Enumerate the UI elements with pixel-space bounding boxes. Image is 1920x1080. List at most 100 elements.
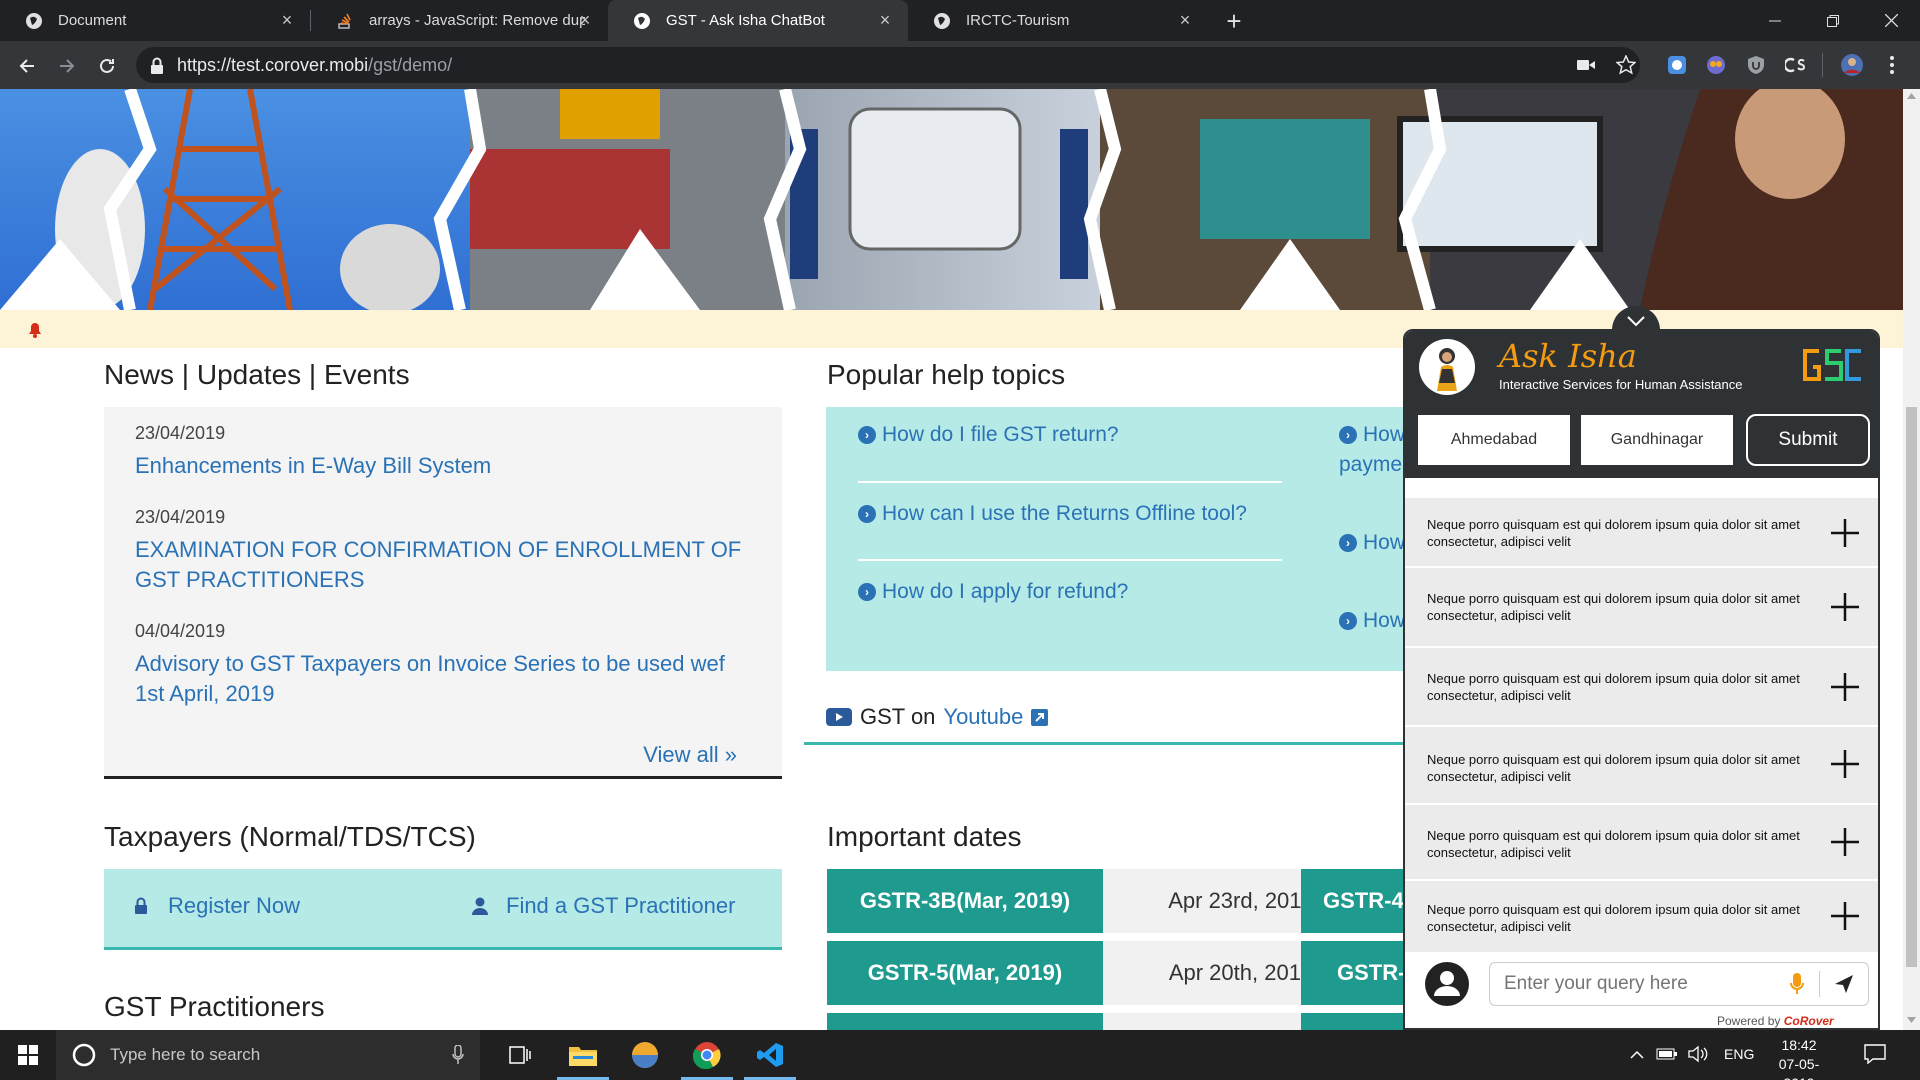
bell-icon [29,323,41,338]
help-link-text: payme [1339,453,1403,476]
lock-icon[interactable] [150,57,164,75]
faq-item[interactable]: Neque porro quisquam est qui dolorem ips… [1405,648,1878,727]
url-host: https://test.corover.mobi [177,55,369,75]
news-link[interactable]: Enhancements in E-Way Bill System [135,451,755,481]
faq-item[interactable]: Neque porro quisquam est qui dolorem ips… [1405,727,1878,805]
help-heading: Popular help topics [827,359,1066,390]
faq-item[interactable]: Neque porro quisquam est qui dolorem ips… [1405,498,1878,568]
help-link[interactable]: › How [1339,423,1405,447]
faq-item[interactable]: Neque porro quisquam est qui dolorem ips… [1405,881,1878,952]
help-link[interactable]: › How do I apply for refund? [858,580,1128,604]
app-button[interactable] [615,1030,675,1080]
app-globe-icon [632,1042,658,1068]
menu-kebab-icon[interactable] [1880,53,1904,77]
return-code-row [827,1013,1103,1030]
profile-avatar-icon[interactable] [1840,53,1864,77]
news-heading: News | Updates | Events [104,359,410,390]
news-panel: 23/04/2019 Enhancements in E-Way Bill Sy… [104,407,782,779]
close-icon[interactable]: × [1176,11,1194,29]
tab-document[interactable]: Document × [0,0,310,41]
start-button[interactable] [0,1030,56,1080]
new-tab-button[interactable]: + [1220,7,1248,35]
tab-irctc[interactable]: IRCTC-Tourism × [908,0,1208,41]
extension-blue-icon[interactable] [1665,53,1689,77]
youtube-underline [804,742,1404,745]
microphone-icon[interactable] [452,1045,464,1065]
chrome-button[interactable] [677,1030,737,1080]
chat-input-box[interactable] [1489,962,1869,1006]
battery-icon[interactable] [1656,1047,1678,1066]
close-icon[interactable]: × [876,11,894,29]
news-date: 23/04/2019 [135,507,226,527]
option-ahmedabad[interactable]: Ahmedabad [1418,415,1570,465]
news-date: 04/04/2019 [135,621,226,641]
submit-button[interactable]: Submit [1746,414,1870,466]
globe-icon [632,11,652,31]
help-link[interactable]: › How can I use the Returns Offline tool? [858,502,1247,526]
help-link[interactable]: › How [1339,531,1405,555]
news-link[interactable]: Advisory to GST Taxpayers on Invoice Ser… [135,649,755,709]
close-icon[interactable]: × [576,11,594,29]
send-icon[interactable] [1834,974,1854,994]
close-icon[interactable]: × [278,11,296,29]
input-divider [1819,971,1820,997]
clock-date: 07-05-2019 [1778,1056,1820,1080]
plus-icon[interactable] [1830,901,1860,931]
help-link-continued[interactable]: payme [1339,453,1402,477]
help-link[interactable]: › How do I file GST return? [858,423,1119,447]
microphone-icon[interactable] [1790,973,1804,995]
help-link[interactable]: › How [1339,609,1405,633]
youtube-icon [826,708,852,726]
browser-tab-strip: Document × arrays - JavaScript: Remove d… [0,0,1920,41]
news-link[interactable]: EXAMINATION FOR CONFIRMATION OF ENROLLME… [135,535,755,595]
notifications-icon[interactable] [1864,1044,1886,1069]
plus-icon[interactable] [1830,518,1860,548]
tab-arrays[interactable]: arrays - JavaScript: Remove dupli × [311,0,608,41]
user-avatar-icon [1425,962,1469,1006]
youtube-link[interactable]: Youtube [943,704,1023,730]
find-practitioner-link[interactable]: Find a GST Practitioner [472,893,735,919]
file-explorer-button[interactable] [553,1030,613,1080]
extension-cs-icon[interactable] [1784,53,1808,77]
back-icon[interactable] [15,54,39,78]
camera-icon[interactable] [1574,53,1598,77]
plus-icon[interactable] [1830,827,1860,857]
faq-item[interactable]: Neque porro quisquam est qui dolorem ips… [1405,805,1878,881]
scroll-up-icon[interactable] [1907,93,1916,99]
volume-icon[interactable] [1688,1045,1708,1068]
language-indicator[interactable]: ENG [1724,1046,1754,1062]
task-view-button[interactable] [490,1030,550,1080]
return-code[interactable]: GSTR-3B(Mar, 2019) [827,869,1103,933]
youtube-row: GST on Youtube [826,704,1049,730]
option-gandhinagar[interactable]: Gandhinagar [1581,415,1733,465]
star-icon[interactable] [1614,53,1638,77]
page-scrollbar[interactable] [1903,89,1920,1030]
close-window-button[interactable] [1862,0,1920,41]
external-link-icon[interactable] [1031,708,1049,726]
tab-title: IRCTC-Tourism [966,12,1070,29]
help-link-text: How do I apply for refund? [882,580,1129,603]
scroll-down-icon[interactable] [1907,1017,1916,1023]
view-all-link[interactable]: View all » [643,742,737,768]
plus-icon[interactable] [1830,592,1860,622]
register-now-link[interactable]: Register Now [134,893,300,919]
forward-icon[interactable] [55,54,79,78]
faq-item[interactable]: Neque porro quisquam est qui dolorem ips… [1405,568,1878,648]
url-text[interactable]: https://test.corover.mobi/gst/demo/ [177,55,452,76]
vscode-button[interactable] [740,1030,800,1080]
plus-icon[interactable] [1830,672,1860,702]
taskbar-search[interactable]: Type here to search [56,1030,480,1080]
restore-button[interactable] [1804,0,1862,41]
tab-gst-chatbot[interactable]: GST - Ask Isha ChatBot × [608,0,908,41]
lock-icon [135,897,147,914]
return-code[interactable]: GSTR-5(Mar, 2019) [827,941,1103,1005]
shield-icon[interactable] [1744,53,1768,77]
chevron-up-icon[interactable] [1630,1047,1644,1065]
system-clock[interactable]: 18:42 07-05-2019 [1764,1036,1834,1080]
extension-owl-icon[interactable] [1704,53,1728,77]
reload-icon[interactable] [95,54,119,78]
scrollbar-thumb[interactable] [1906,407,1917,967]
plus-icon[interactable] [1830,749,1860,779]
minimize-button[interactable] [1746,0,1804,41]
query-input[interactable] [1504,971,1784,997]
